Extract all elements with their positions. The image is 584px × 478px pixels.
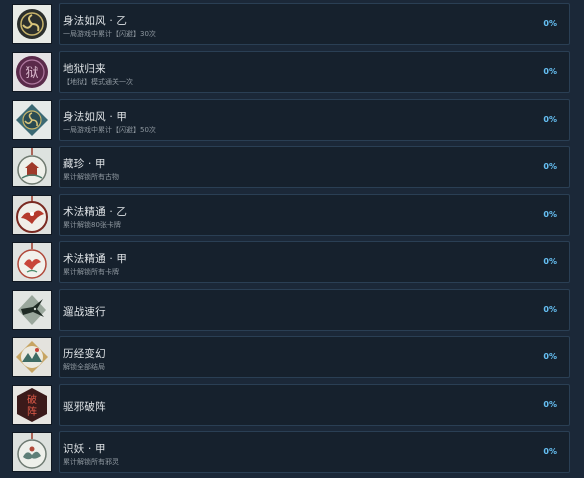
- achievement-title: 藏珍 · 甲: [63, 158, 106, 170]
- achievement-title: 身法如风 · 乙: [63, 15, 128, 27]
- landscape-badge-icon: [12, 337, 52, 377]
- achievement-row[interactable]: 识妖 · 甲 累计解锁所有邪灵 0%: [12, 431, 570, 473]
- achievement-desc: 累计解锁所有古物: [63, 173, 119, 181]
- achievement-title: 地狱归来: [63, 63, 106, 75]
- achievement-percent: 0%: [543, 67, 557, 76]
- achievement-title: 历经变幻: [63, 348, 106, 360]
- achievement-row[interactable]: 身法如风 · 乙 一局游戏中累计【闪避】30次 0%: [12, 3, 570, 45]
- achievement-percent: 0%: [543, 305, 557, 314]
- achievement-bar: 身法如风 · 乙 一局游戏中累计【闪避】30次 0%: [59, 3, 570, 45]
- achievement-percent: 0%: [543, 400, 557, 409]
- triskelion-medallion-teal-icon: [12, 100, 52, 140]
- pagoda-pendant-icon: [12, 147, 52, 187]
- achievement-row[interactable]: 历经变幻 解锁全部结局 0%: [12, 336, 570, 378]
- achievement-percent: 0%: [543, 19, 557, 28]
- achievement-percent: 0%: [543, 352, 557, 361]
- achievement-bar: 遛战速行 0%: [59, 289, 570, 331]
- svg-text:阵: 阵: [27, 405, 37, 418]
- achievement-desc: 一局游戏中累计【闪避】30次: [63, 30, 156, 38]
- achievement-bar: 身法如风 · 甲 一局游戏中累计【闪避】50次 0%: [59, 99, 570, 141]
- achievement-title: 术法精通 · 甲: [63, 253, 128, 265]
- triskelion-medallion-dark-icon: [12, 4, 52, 44]
- achievement-percent: 0%: [543, 162, 557, 171]
- achievement-bar: 术法精通 · 甲 累计解锁所有卡牌 0%: [59, 241, 570, 283]
- achievement-title: 术法精通 · 乙: [63, 206, 128, 218]
- achievement-title: 身法如风 · 甲: [63, 111, 128, 123]
- achievement-bar: 识妖 · 甲 累计解锁所有邪灵 0%: [59, 431, 570, 473]
- achievement-bar: 地狱归来 【地狱】模式通关一次 0%: [59, 51, 570, 93]
- achievement-bar: 历经变幻 解锁全部结局 0%: [59, 336, 570, 378]
- achievement-percent: 0%: [543, 210, 557, 219]
- achievement-row[interactable]: 破阵 驱邪破阵 0%: [12, 384, 570, 426]
- achievement-desc: 累计解锁80张卡牌: [63, 221, 121, 229]
- achievement-row[interactable]: 术法精通 · 甲 累计解锁所有卡牌 0%: [12, 241, 570, 283]
- achievement-row[interactable]: 狱 地狱归来 【地狱】模式通关一次 0%: [12, 51, 570, 93]
- achievement-percent: 0%: [543, 115, 557, 124]
- achievement-title: 驱邪破阵: [63, 401, 106, 413]
- achievement-desc: 累计解锁所有邪灵: [63, 458, 119, 466]
- achievement-row[interactable]: 身法如风 · 甲 一局游戏中累计【闪避】50次 0%: [12, 99, 570, 141]
- achievement-row[interactable]: 藏珍 · 甲 累计解锁所有古物 0%: [12, 146, 570, 188]
- achievement-list: 身法如风 · 乙 一局游戏中累计【闪避】30次 0% 狱 地狱归来 【地狱】模式…: [0, 0, 584, 478]
- achievement-desc: 累计解锁所有卡牌: [63, 268, 119, 276]
- achievement-percent: 0%: [543, 257, 557, 266]
- break-formation-seal-icon: 破阵: [12, 385, 52, 425]
- achievement-percent: 0%: [543, 447, 557, 456]
- achievement-row[interactable]: 遛战速行 0%: [12, 289, 570, 331]
- achievement-desc: 【地狱】模式通关一次: [63, 78, 133, 86]
- crane-pendant-icon: [12, 195, 52, 235]
- hell-seal-icon: 狱: [12, 52, 52, 92]
- swallow-badge-icon: [12, 290, 52, 330]
- achievement-desc: 解锁全部结局: [63, 363, 105, 371]
- achievement-title: 遛战速行: [63, 306, 106, 318]
- demon-pendant-icon: [12, 432, 52, 472]
- achievement-row[interactable]: 术法精通 · 乙 累计解锁80张卡牌 0%: [12, 194, 570, 236]
- crane-pendant-red-icon: [12, 242, 52, 282]
- svg-text:破: 破: [27, 393, 37, 406]
- svg-text:狱: 狱: [25, 66, 38, 81]
- achievement-title: 识妖 · 甲: [63, 443, 106, 455]
- achievement-bar: 藏珍 · 甲 累计解锁所有古物 0%: [59, 146, 570, 188]
- achievement-bar: 术法精通 · 乙 累计解锁80张卡牌 0%: [59, 194, 570, 236]
- achievement-desc: 一局游戏中累计【闪避】50次: [63, 126, 156, 134]
- achievement-bar: 驱邪破阵 0%: [59, 384, 570, 426]
